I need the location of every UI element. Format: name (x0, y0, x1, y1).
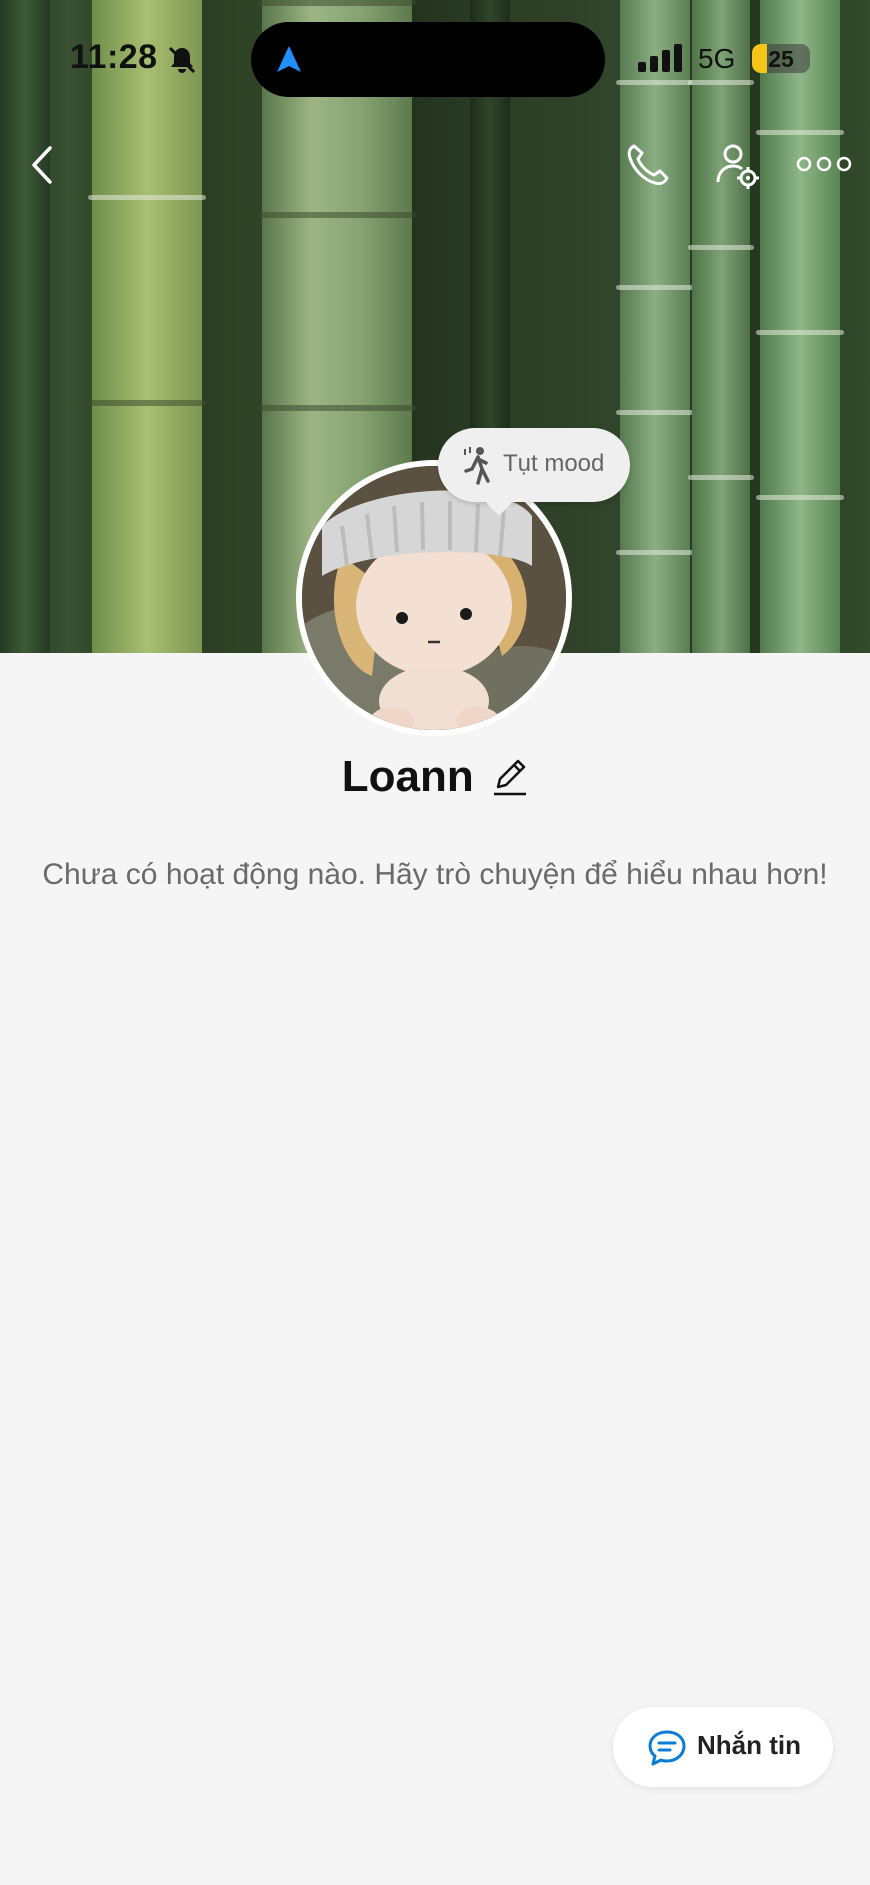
profile-name-row: Loann (0, 752, 870, 802)
avatar-image (302, 466, 566, 730)
empty-activity-message: Chưa có hoạt động nào. Hãy trò chuyện để… (42, 858, 828, 891)
chat-bubble-icon (648, 1730, 686, 1766)
status-bar: 11:28 5G 25 (0, 0, 870, 120)
send-message-button[interactable]: Nhắn tin (613, 1707, 833, 1787)
bell-slash-icon (168, 46, 196, 74)
location-arrow-icon (277, 46, 301, 72)
signal-icon (638, 44, 682, 72)
person-walking-icon (464, 447, 490, 485)
user-gear-icon[interactable] (712, 140, 762, 190)
mood-bubble[interactable]: Tụt mood (438, 428, 630, 502)
battery-percent: 25 (768, 46, 794, 72)
ellipsis-icon[interactable] (796, 148, 852, 180)
network-type: 5G (698, 43, 736, 74)
phone-icon[interactable] (622, 140, 672, 190)
mood-label: Tụt mood (503, 450, 605, 477)
battery-icon: 25 (752, 44, 810, 73)
send-message-label: Nhắn tin (697, 1730, 801, 1760)
pencil-icon[interactable] (492, 757, 528, 797)
profile-name: Loann (341, 752, 474, 801)
status-time: 11:28 (70, 38, 158, 76)
dynamic-island[interactable] (251, 22, 605, 97)
chevron-left-icon[interactable] (22, 140, 62, 190)
